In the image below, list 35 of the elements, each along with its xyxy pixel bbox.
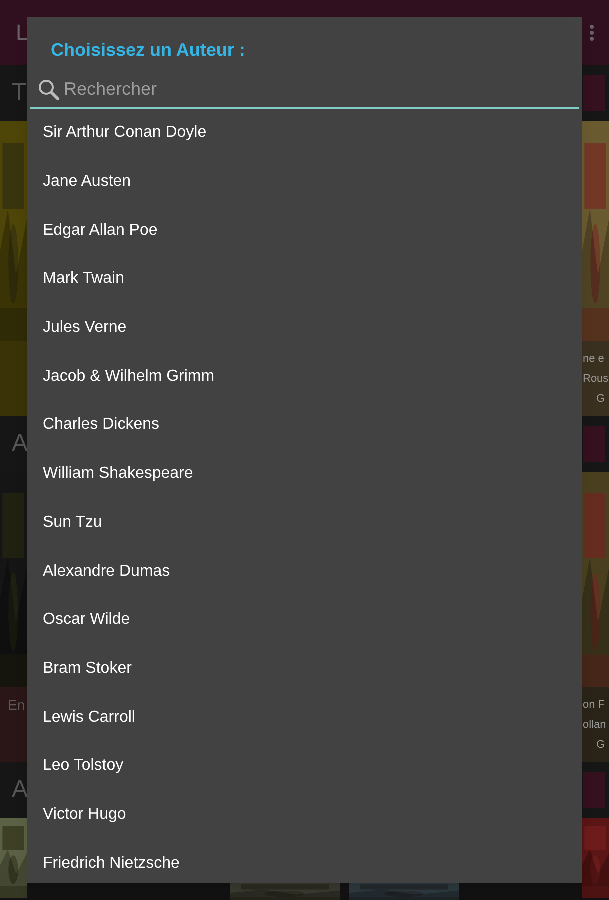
caption-text: on F [582, 698, 606, 713]
caption-text: Rous [582, 372, 609, 387]
search-icon [38, 78, 60, 100]
author-item[interactable]: Oscar Wilde [27, 596, 582, 645]
author-item[interactable]: Jules Verne [27, 304, 582, 352]
section-button[interactable] [583, 75, 605, 111]
author-item[interactable]: Alexandre Dumas [27, 547, 582, 596]
caption-text: ollan [582, 718, 608, 733]
section-button[interactable] [583, 426, 605, 462]
section-heading: A [12, 775, 28, 805]
author-item[interactable]: Sun Tzu [27, 498, 582, 548]
more-icon [589, 24, 595, 42]
author-item[interactable]: Charles Dickens [27, 401, 582, 450]
author-item[interactable]: Bram Stoker [27, 644, 582, 694]
app-title: L [16, 19, 28, 47]
author-item[interactable]: Jacob & Wilhelm Grimm [27, 352, 582, 402]
search-input[interactable]: Rechercher [64, 76, 579, 103]
author-item[interactable]: Victor Hugo [27, 790, 582, 840]
author-item[interactable]: Lewis Carroll [27, 693, 582, 742]
author-item[interactable]: Mark Twain [27, 255, 582, 304]
caption-text: G [596, 392, 606, 407]
search-field[interactable]: Rechercher [30, 72, 579, 109]
caption-text: G [596, 738, 606, 753]
author-item[interactable]: Jane Austen [27, 158, 582, 206]
caption-text: ne e [582, 352, 606, 367]
author-item[interactable]: Friedrich Nietzsche [27, 839, 582, 883]
caption-text: En [8, 696, 26, 715]
dialog-title: Choisissez un Auteur : [50, 39, 246, 62]
author-item[interactable]: Edgar Allan Poe [27, 206, 582, 256]
section-heading: T [12, 78, 27, 108]
author-item[interactable]: Sir Arthur Conan Doyle [27, 109, 582, 158]
author-item[interactable]: William Shakespeare [27, 450, 582, 498]
section-heading: A [12, 429, 28, 459]
author-item[interactable]: Leo Tolstoy [27, 742, 582, 791]
section-button[interactable] [583, 772, 605, 808]
